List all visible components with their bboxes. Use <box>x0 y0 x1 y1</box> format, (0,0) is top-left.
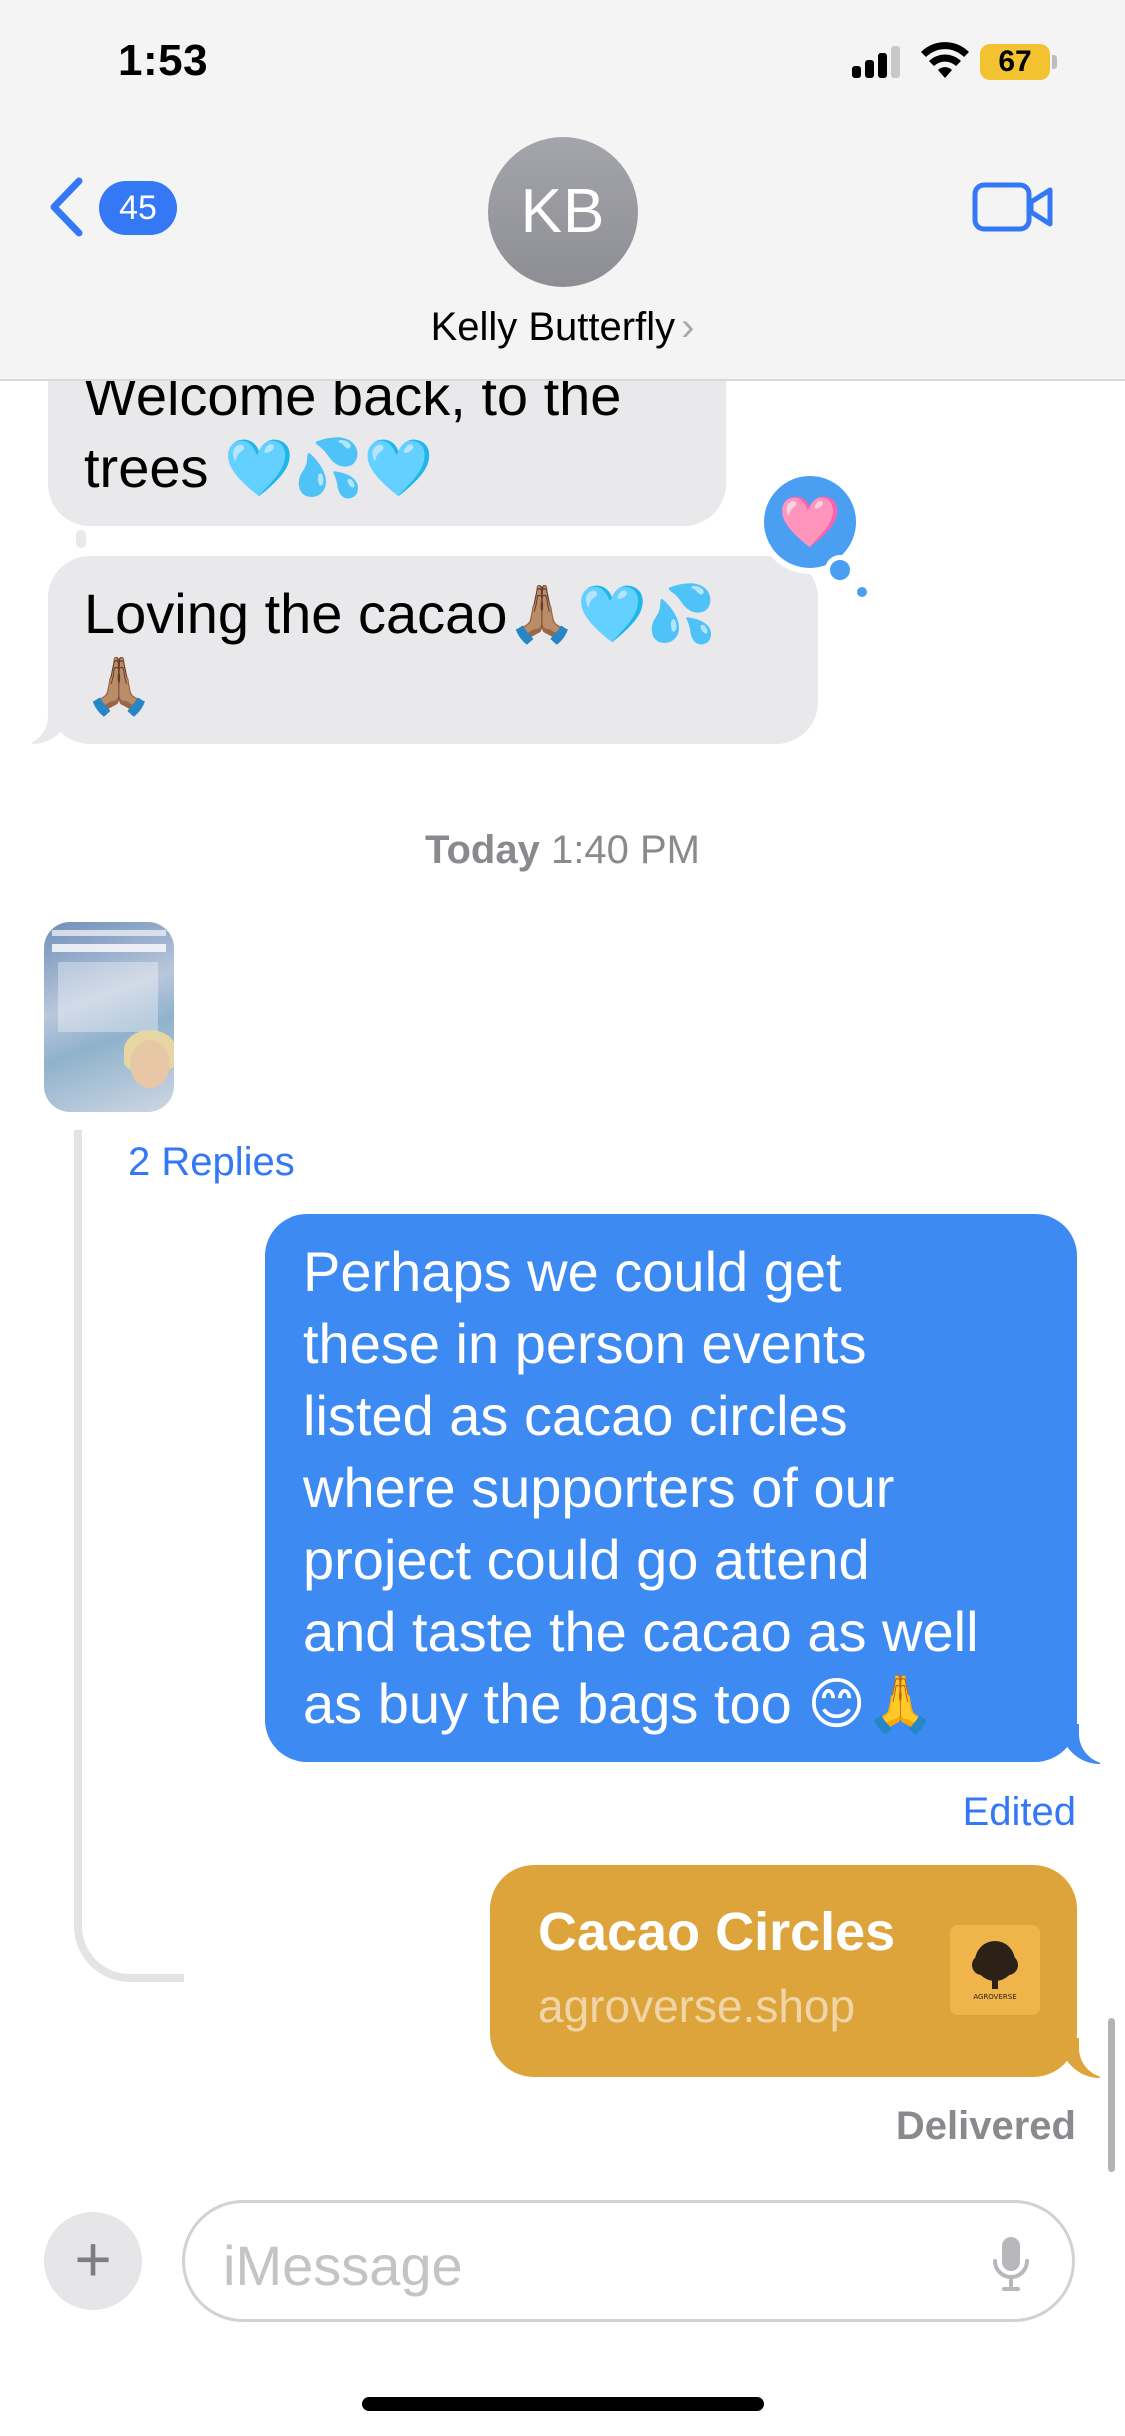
avatar[interactable]: KB <box>488 137 638 287</box>
message-line: Loving the cacao🙏🏽🩵💦 <box>84 582 717 645</box>
message-line: where supporters of our <box>303 1456 895 1519</box>
tree-icon: AGROVERSE <box>972 1941 1018 2001</box>
link-title: Cacao Circles <box>538 1902 896 1962</box>
flyer-decoration <box>52 930 166 936</box>
message-line: Perhaps we could get <box>303 1240 842 1303</box>
unread-count-badge[interactable]: 45 <box>99 181 177 235</box>
video-call-icon[interactable] <box>972 181 1054 233</box>
tapback-emoji: 🩷 <box>778 494 842 550</box>
microphone-icon[interactable] <box>991 2235 1031 2293</box>
battery-nub <box>1052 55 1057 69</box>
status-time: 1:53 <box>118 36 209 85</box>
message-line: these in person events <box>303 1312 867 1375</box>
tapback-tail <box>825 555 855 585</box>
signal-icon <box>852 46 904 78</box>
tapback-tail <box>854 584 870 600</box>
back-chevron-icon[interactable] <box>48 176 84 238</box>
link-preview-card[interactable]: Cacao Circles agroverse.shop AGROVERSE <box>490 1865 1077 2077</box>
edited-label[interactable]: Edited <box>963 1790 1076 1835</box>
message-input-placeholder: iMessage <box>223 2234 463 2297</box>
message-line: and taste the cacao as well <box>303 1600 979 1663</box>
wifi-icon <box>921 42 969 78</box>
thread-dot <box>76 530 86 548</box>
link-url: agroverse.shop <box>538 1980 856 2032</box>
flyer-decoration <box>52 944 166 952</box>
outgoing-message[interactable]: Perhaps we could get these in person eve… <box>265 1214 1077 1762</box>
message-line: listed as cacao circles <box>303 1384 848 1447</box>
plus-icon[interactable]: + <box>44 2212 142 2310</box>
battery-icon: 67 <box>980 44 1050 80</box>
contact-name-label: Kelly Butterfly <box>430 305 676 349</box>
replies-link[interactable]: 2 Replies <box>128 1140 295 1185</box>
incoming-message[interactable]: Loving the cacao🙏🏽🩵💦 🙏🏽 <box>48 556 818 744</box>
contact-name[interactable]: Kelly Butterfly › <box>0 305 1125 350</box>
logo-text: AGROVERSE <box>973 1993 1016 2001</box>
timestamp: Today 1:40 PM <box>0 828 1125 873</box>
flyer-decoration <box>58 962 158 1032</box>
chevron-right-icon: › <box>681 305 695 349</box>
message-input[interactable]: iMessage <box>182 2200 1075 2322</box>
message-line: project could go attend <box>303 1528 870 1591</box>
message-line: as buy the bags too 😊🙏 <box>303 1672 936 1735</box>
reply-thread-line <box>74 1130 184 1982</box>
message-line: 🙏🏽 <box>84 654 154 717</box>
home-indicator[interactable] <box>362 2397 764 2411</box>
flyer-decoration <box>130 1040 170 1088</box>
timestamp-time: 1:40 PM <box>550 828 700 872</box>
conversation-header: 1:53 67 45 KB Kelly Butterfly › <box>0 0 1125 381</box>
agroverse-logo-icon: AGROVERSE <box>950 1925 1040 2015</box>
scrollbar[interactable] <box>1108 2018 1115 2172</box>
delivered-status: Delivered <box>895 2104 1076 2148</box>
timestamp-day: Today <box>425 828 540 872</box>
message-line: trees 🩵💦🩵 <box>84 436 434 499</box>
flyer-image-attachment[interactable] <box>44 922 174 1112</box>
